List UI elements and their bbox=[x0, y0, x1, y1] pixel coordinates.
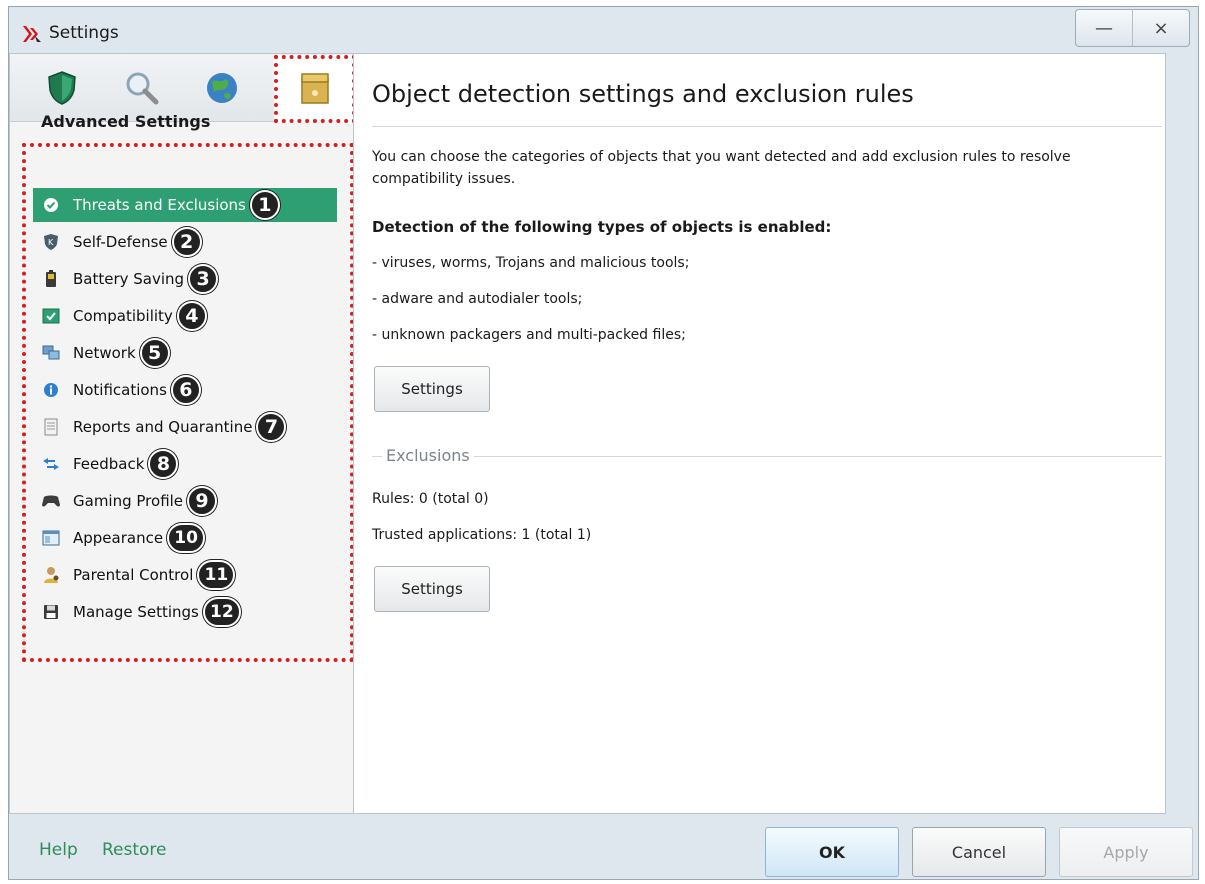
rules-count: Rules: 0 (total 0) bbox=[372, 491, 489, 507]
callout-badge: 1 bbox=[249, 190, 280, 220]
callout-badge: 9 bbox=[187, 486, 218, 516]
svg-text:K: K bbox=[48, 238, 54, 247]
page-description: You can choose the categories of objects… bbox=[372, 149, 1071, 187]
page-title: Object detection settings and exclusion … bbox=[372, 80, 914, 108]
trusted-applications-count: Trusted applications: 1 (total 1) bbox=[372, 527, 592, 543]
floppy-disk-icon bbox=[41, 602, 61, 622]
callout-badge: 12 bbox=[202, 597, 241, 627]
report-document-icon bbox=[41, 417, 61, 437]
appearance-window-icon bbox=[41, 528, 61, 548]
callout-badge: 3 bbox=[188, 264, 219, 294]
exclusions-section-header: Exclusions bbox=[372, 446, 1162, 466]
detection-settings-button[interactable]: Settings bbox=[374, 366, 490, 412]
sidebar-item-gaming-profile[interactable]: Gaming Profile 9 bbox=[33, 484, 218, 518]
callout-badge: 7 bbox=[256, 412, 287, 442]
callout-badge: 2 bbox=[171, 227, 202, 257]
window-controls: — × bbox=[1075, 9, 1190, 47]
sidebar-item-label: Battery Saving bbox=[73, 270, 185, 288]
protection-shield-icon[interactable] bbox=[40, 66, 84, 110]
sidebar-item-label: Manage Settings bbox=[73, 603, 199, 621]
detection-item: - viruses, worms, Trojans and malicious … bbox=[372, 255, 690, 271]
settings-window: Settings — × Advanced Settings Threats a… bbox=[8, 6, 1199, 880]
ok-button[interactable]: OK bbox=[765, 827, 899, 877]
battery-icon bbox=[41, 269, 61, 289]
update-globe-icon[interactable] bbox=[200, 66, 244, 110]
detection-heading: Detection of the following types of obje… bbox=[372, 218, 832, 236]
section-divider bbox=[372, 456, 1162, 457]
info-icon bbox=[41, 380, 61, 400]
exclusions-label: Exclusions bbox=[382, 446, 474, 465]
title-bar: Settings — × bbox=[9, 7, 1198, 51]
advanced-settings-heading: Advanced Settings bbox=[41, 112, 211, 131]
sidebar-item-notifications[interactable]: Notifications 6 bbox=[33, 373, 201, 407]
callout-badge: 4 bbox=[176, 301, 207, 331]
sidebar-item-network[interactable]: Network 5 bbox=[33, 336, 170, 370]
sidebar-item-feedback[interactable]: Feedback 8 bbox=[33, 447, 179, 481]
scan-magnifier-icon[interactable] bbox=[120, 66, 164, 110]
help-link[interactable]: Help bbox=[39, 840, 78, 860]
sidebar-item-label: Gaming Profile bbox=[73, 492, 184, 510]
sidebar-item-label: Feedback bbox=[73, 455, 145, 473]
sidebar-item-compatibility[interactable]: Compatibility 4 bbox=[33, 299, 207, 333]
check-circle-icon bbox=[41, 195, 61, 215]
apply-button[interactable]: Apply bbox=[1059, 827, 1193, 877]
sidebar-item-parental-control[interactable]: Parental Control 11 bbox=[33, 558, 236, 592]
callout-badge: 6 bbox=[170, 375, 201, 405]
detection-item: - unknown packagers and multi-packed fil… bbox=[372, 327, 686, 343]
content-panel: Object detection settings and exclusion … bbox=[353, 53, 1166, 814]
feedback-arrows-icon bbox=[41, 454, 61, 474]
cancel-button[interactable]: Cancel bbox=[912, 827, 1046, 877]
sidebar-item-self-defense[interactable]: K Self-Defense 2 bbox=[33, 225, 202, 259]
advanced-settings-box-icon[interactable] bbox=[293, 66, 337, 110]
sidebar-item-label: Appearance bbox=[73, 529, 164, 547]
detection-item: - adware and autodialer tools; bbox=[372, 291, 583, 307]
callout-badge: 5 bbox=[139, 338, 170, 368]
compatibility-check-icon bbox=[41, 306, 61, 326]
sidebar-item-reports-and-quarantine[interactable]: Reports and Quarantine 7 bbox=[33, 410, 287, 444]
sidebar-item-label: Threats and Exclusions bbox=[73, 196, 246, 214]
gamepad-icon bbox=[41, 491, 61, 511]
callout-badge: 10 bbox=[167, 523, 206, 553]
kaspersky-shield-icon: K bbox=[41, 232, 61, 252]
sidebar-item-label: Compatibility bbox=[73, 307, 173, 325]
sidebar-item-appearance[interactable]: Appearance 10 bbox=[33, 521, 206, 555]
sidebar-item-label: Reports and Quarantine bbox=[73, 418, 253, 436]
minimize-button[interactable]: — bbox=[1076, 10, 1132, 46]
exclusions-settings-button[interactable]: Settings bbox=[374, 566, 490, 612]
close-button[interactable]: × bbox=[1132, 10, 1189, 46]
title-divider bbox=[372, 126, 1162, 127]
callout-badge: 11 bbox=[197, 560, 236, 590]
network-computers-icon bbox=[41, 343, 61, 363]
sidebar-item-battery-saving[interactable]: Battery Saving 3 bbox=[33, 262, 219, 296]
kaspersky-logo-icon bbox=[23, 26, 41, 42]
sidebar-item-label: Network bbox=[73, 344, 136, 362]
restore-link[interactable]: Restore bbox=[102, 840, 167, 860]
sidebar-item-label: Notifications bbox=[73, 381, 167, 399]
window-title: Settings bbox=[49, 23, 119, 43]
sidebar-item-label: Parental Control bbox=[73, 566, 194, 584]
callout-badge: 8 bbox=[148, 449, 179, 479]
sidebar-item-threats-and-exclusions[interactable]: Threats and Exclusions 1 bbox=[33, 188, 337, 222]
parental-control-icon bbox=[41, 565, 61, 585]
sidebar-item-manage-settings[interactable]: Manage Settings 12 bbox=[33, 595, 241, 629]
sidebar-item-label: Self-Defense bbox=[73, 233, 168, 251]
